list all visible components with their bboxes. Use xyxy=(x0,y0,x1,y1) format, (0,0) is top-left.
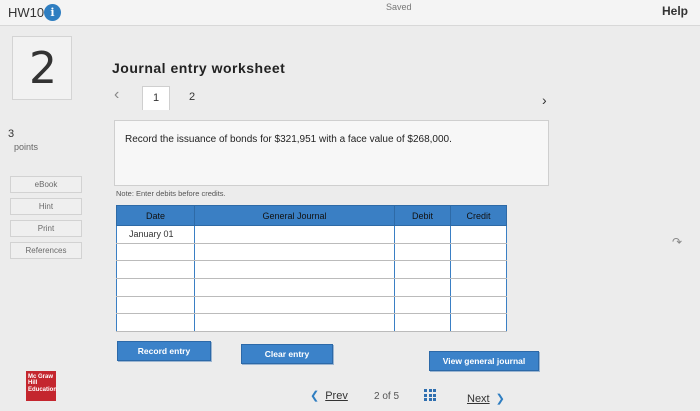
account-cell[interactable] xyxy=(194,225,395,244)
credit-cell[interactable] xyxy=(450,277,507,297)
grid-icon[interactable] xyxy=(424,389,436,401)
credit-cell[interactable] xyxy=(450,313,507,332)
general-journal-header: General Journal xyxy=(194,205,395,226)
instruction-box: Record the issuance of bonds for $321,95… xyxy=(114,120,549,186)
page-indicator: 2 of 5 xyxy=(374,391,399,402)
ebook-button[interactable]: eBook xyxy=(10,176,82,193)
tab-2[interactable]: 2 xyxy=(178,86,206,110)
references-button[interactable]: References xyxy=(10,242,82,259)
debit-cell[interactable] xyxy=(394,225,451,244)
table-row: January 01 xyxy=(116,225,507,244)
page-total: 5 xyxy=(393,391,400,402)
prev-button[interactable]: ❮ Prev xyxy=(310,389,348,402)
instruction-text: Record the issuance of bonds for $321,95… xyxy=(125,134,452,145)
chevron-left-icon[interactable]: ‹ xyxy=(114,86,119,104)
table-row xyxy=(116,260,507,279)
credit-header: Credit xyxy=(450,205,507,226)
account-cell[interactable] xyxy=(194,313,395,332)
chevron-left-icon: ❮ xyxy=(310,390,320,402)
debit-cell[interactable] xyxy=(394,313,451,332)
publisher-logo: Mc Graw Hill Education xyxy=(26,371,57,401)
table-row xyxy=(116,295,507,315)
page-current: 2 xyxy=(374,391,380,402)
page-sep: of xyxy=(382,391,391,402)
credit-cell[interactable] xyxy=(450,225,507,244)
journal-header-row: Date General Journal Debit Credit xyxy=(116,205,507,226)
note-text: Note: Enter debits before credits. xyxy=(116,189,226,198)
date-header: Date xyxy=(116,205,195,226)
points-label: points xyxy=(14,142,39,152)
debit-cell[interactable] xyxy=(394,242,451,262)
assignment-title: HW10 xyxy=(8,5,45,20)
credit-cell[interactable] xyxy=(450,260,507,279)
print-button[interactable]: Print xyxy=(10,220,82,237)
table-row xyxy=(116,277,507,297)
table-row xyxy=(116,242,507,262)
points-value: 3 xyxy=(8,128,15,140)
date-cell[interactable] xyxy=(116,313,195,332)
worksheet-title: Journal entry worksheet xyxy=(112,60,286,76)
question-number: 2 xyxy=(29,43,57,94)
info-icon[interactable]: i xyxy=(44,4,61,21)
date-cell[interactable] xyxy=(116,260,195,279)
next-label: Next xyxy=(467,393,490,405)
cursor-icon: ↷ xyxy=(672,235,683,249)
save-status: Saved xyxy=(386,2,412,12)
record-entry-button[interactable]: Record entry xyxy=(117,341,211,361)
account-cell[interactable] xyxy=(194,277,395,297)
debit-cell[interactable] xyxy=(394,260,451,279)
account-cell[interactable] xyxy=(194,295,395,315)
prev-label: Prev xyxy=(325,390,348,402)
date-cell[interactable] xyxy=(116,242,195,262)
next-button[interactable]: Next ❯ xyxy=(467,392,505,405)
credit-cell[interactable] xyxy=(450,295,507,315)
question-number-box: 2 xyxy=(12,36,72,100)
help-link[interactable]: Help xyxy=(662,4,688,18)
chevron-right-icon: ❯ xyxy=(495,393,505,405)
journal-table: Date General Journal Debit Credit Januar… xyxy=(116,205,507,332)
debit-cell[interactable] xyxy=(394,295,451,315)
top-bar: HW10 i Saved Help xyxy=(0,0,700,26)
debit-cell[interactable] xyxy=(394,277,451,297)
date-cell[interactable] xyxy=(116,277,195,297)
chevron-right-icon[interactable]: › xyxy=(542,92,547,108)
date-cell[interactable] xyxy=(116,295,195,315)
credit-cell[interactable] xyxy=(450,242,507,262)
account-cell[interactable] xyxy=(194,260,395,279)
view-general-journal-button[interactable]: View general journal xyxy=(429,351,539,371)
debit-header: Debit xyxy=(394,205,451,226)
table-row xyxy=(116,313,507,332)
clear-entry-button[interactable]: Clear entry xyxy=(241,344,333,364)
account-cell[interactable] xyxy=(194,242,395,262)
date-cell[interactable]: January 01 xyxy=(116,225,195,244)
tab-1[interactable]: 1 xyxy=(142,86,170,110)
hint-button[interactable]: Hint xyxy=(10,198,82,215)
